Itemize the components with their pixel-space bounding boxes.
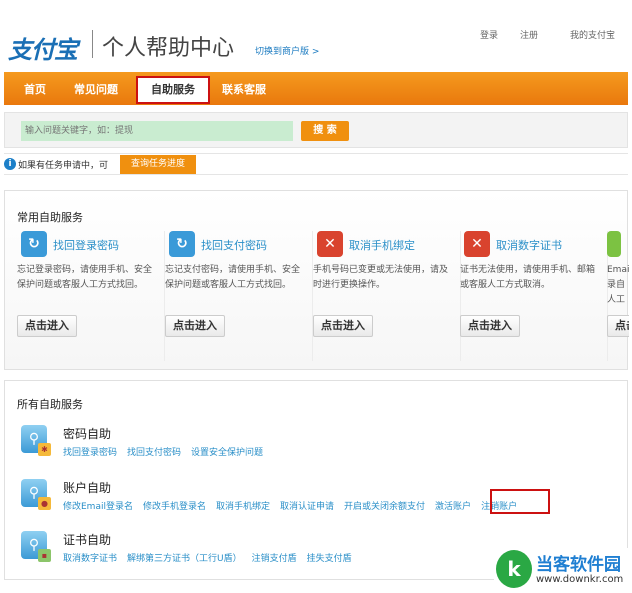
service-card: Email 录自 人工 点击进入 — [607, 231, 629, 361]
enter-button[interactable]: 点击进入 — [313, 315, 373, 337]
service-link[interactable]: 修改手机登录名 — [143, 502, 206, 512]
card-desc: Email 录自 人工 — [607, 265, 629, 305]
divider — [92, 30, 93, 58]
service-link[interactable]: 取消数字证书 — [63, 554, 117, 564]
service-link[interactable]: 找回支付密码 — [127, 448, 181, 458]
enter-button[interactable]: 点击进入 — [17, 315, 77, 337]
watermark-url: www.downkr.com — [536, 574, 624, 585]
common-services-panel: 常用自助服务 ↻ 找回登录密码 忘记登录密码，请使用手机、安全保护问题或客服人工… — [4, 190, 629, 370]
nav-faq[interactable]: 常见问题 — [74, 81, 118, 97]
enter-button[interactable]: 点击进入 — [165, 315, 225, 337]
service-card: ✕ 取消手机绑定 手机号码已变更或无法使用，请及时进行更换操作。 点击进入 — [313, 231, 461, 361]
service-card: ✕ 取消数字证书 证书无法使用，请使用手机、邮箱或客服人工方式取消。 点击进入 — [460, 231, 608, 361]
search-button[interactable]: 搜 索 — [301, 121, 349, 141]
service-link[interactable]: 取消手机绑定 — [216, 502, 270, 512]
key-refresh-icon: ↻ — [169, 231, 195, 257]
section-title: 常用自助服务 — [17, 211, 83, 224]
service-group: ⚲ ✱ 密码自助 找回登录密码 找回支付密码 设置安全保护问题 — [21, 425, 621, 475]
search-input[interactable] — [21, 121, 293, 141]
service-link[interactable]: 找回登录密码 — [63, 448, 117, 458]
login-link[interactable]: 登录 — [480, 28, 498, 41]
service-link[interactable]: 注销支付盾 — [252, 554, 297, 564]
group-title: 账户自助 — [63, 481, 112, 495]
certificate-icon: ⚲ ▪ — [21, 531, 51, 562]
account-icon: ⚲ ● — [21, 479, 51, 510]
nav-home[interactable]: 首页 — [24, 81, 46, 97]
service-card: ↻ 找回登录密码 忘记登录密码，请使用手机、安全保护问题或客服人工方式找回。 点… — [17, 231, 165, 361]
nav-contact[interactable]: 联系客服 — [222, 81, 266, 97]
service-link[interactable]: 开启或关闭余额支付 — [344, 502, 425, 512]
section-title: 所有自助服务 — [17, 398, 83, 411]
alipay-logo[interactable]: 支付宝 — [8, 30, 78, 65]
card-desc: 忘记登录密码，请使用手机、安全保护问题或客服人工方式找回。 — [17, 265, 153, 290]
cert-cancel-icon: ✕ — [464, 231, 490, 257]
main-nav: 首页 常见问题 自助服务 联系客服 — [4, 72, 628, 105]
service-link[interactable]: 挂失支付盾 — [307, 554, 352, 564]
task-text: 如果有任务申请中，可 — [18, 161, 109, 171]
card-desc: 证书无法使用，请使用手机、邮箱或客服人工方式取消。 — [460, 265, 596, 290]
group-title: 证书自助 — [63, 533, 112, 547]
service-link[interactable]: 激活账户 — [435, 502, 471, 512]
highlight-box — [490, 489, 550, 514]
card-desc: 忘记支付密码，请使用手机、安全保护问题或客服人工方式找回。 — [165, 265, 301, 290]
watermark-name: 当客软件园 — [536, 555, 621, 575]
task-row: i 如果有任务申请中，可 查询任务进度 — [4, 153, 628, 175]
service-link[interactable]: 设置安全保护问题 — [191, 448, 263, 458]
watermark-logo-icon: k — [496, 550, 532, 588]
page-title: 个人帮助中心 — [102, 36, 235, 61]
card-title[interactable]: 找回支付密码 — [201, 237, 267, 253]
watermark: k 当客软件园 www.downkr.com — [494, 548, 630, 592]
query-task-button[interactable]: 查询任务进度 — [120, 155, 196, 174]
card-title[interactable]: 取消手机绑定 — [349, 237, 415, 253]
register-link[interactable]: 注册 — [520, 28, 538, 41]
email-icon — [607, 231, 621, 257]
my-alipay-link[interactable]: 我的支付宝 — [570, 28, 615, 41]
lock-refresh-icon: ↻ — [21, 231, 47, 257]
phone-cancel-icon: ✕ — [317, 231, 343, 257]
group-title: 密码自助 — [63, 427, 112, 441]
service-card: ↻ 找回支付密码 忘记支付密码，请使用手机、安全保护问题或客服人工方式找回。 点… — [165, 231, 313, 361]
info-icon: i — [4, 158, 16, 170]
service-link[interactable]: 解绑第三方证书（工行U盾） — [127, 554, 242, 564]
password-icon: ⚲ ✱ — [21, 425, 51, 456]
card-title[interactable]: 取消数字证书 — [496, 237, 562, 253]
search-bar: 搜 索 — [4, 112, 628, 148]
enter-button[interactable]: 点击进入 — [460, 315, 520, 337]
enter-button[interactable]: 点击进入 — [607, 315, 629, 337]
service-link[interactable]: 取消认证申请 — [280, 502, 334, 512]
service-link[interactable]: 修改Email登录名 — [63, 502, 133, 512]
switch-merchant-link[interactable]: 切换到商户版 > — [255, 44, 319, 57]
card-title[interactable]: 找回登录密码 — [53, 237, 119, 253]
nav-self-service[interactable]: 自助服务 — [136, 76, 210, 104]
card-desc: 手机号码已变更或无法使用，请及时进行更换操作。 — [313, 265, 449, 290]
